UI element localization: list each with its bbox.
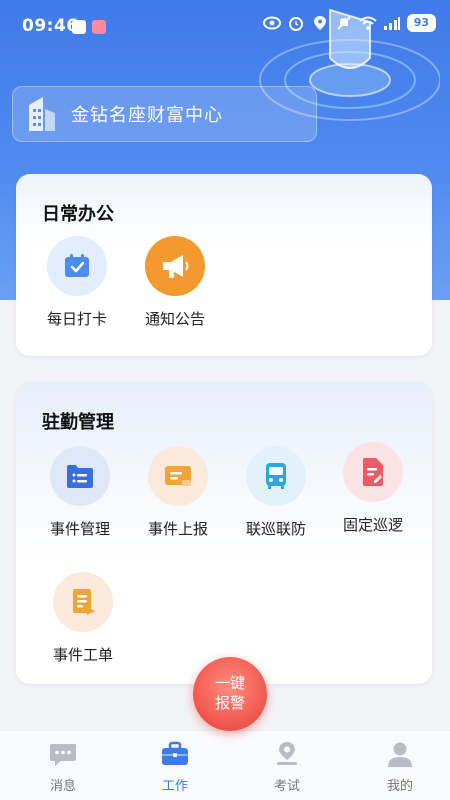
status-bar: 09:46 93 — [0, 0, 450, 52]
briefcase-icon — [160, 739, 190, 769]
chat-icon — [48, 739, 78, 769]
sos-label-line1: 一键 — [214, 674, 245, 692]
status-time: 09:46 — [22, 16, 79, 36]
daily-office-card: 日常办公 每日打卡 通知公告 — [16, 174, 432, 356]
tab-label: 我的 — [386, 779, 413, 794]
tab-work[interactable]: 工作 — [130, 739, 220, 794]
tab-exam[interactable]: 考试 — [242, 739, 332, 794]
fixed-patrol-button[interactable]: 固定巡逻 — [328, 442, 418, 535]
event-report-button[interactable]: 事件上报 — [133, 446, 223, 539]
daily-checkin-button[interactable]: 每日打卡 — [32, 236, 122, 329]
tile-label: 通知公告 — [144, 310, 205, 328]
wifi-icon — [359, 14, 377, 32]
tab-label: 工作 — [161, 779, 188, 794]
joint-patrol-button[interactable]: 联巡联防 — [231, 446, 321, 539]
bus-icon — [246, 446, 306, 506]
tab-profile[interactable]: 我的 — [355, 739, 445, 794]
section-title: 驻勤管理 — [42, 412, 114, 433]
section-title: 日常办公 — [42, 204, 114, 225]
report-card-icon — [148, 446, 208, 506]
tile-label: 事件工单 — [52, 646, 113, 664]
bottom-tab-bar: 消息 工作 考试 我的 — [0, 730, 450, 800]
building-icon — [29, 97, 55, 131]
event-management-button[interactable]: 事件管理 — [35, 446, 125, 539]
tile-label: 事件管理 — [49, 520, 110, 538]
user-icon — [385, 739, 415, 769]
tile-label: 联巡联防 — [245, 520, 306, 538]
location-selector[interactable]: 金钻名座财富中心 — [12, 86, 317, 142]
work-order-button[interactable]: 事件工单 — [38, 572, 128, 665]
calendar-check-icon — [47, 236, 107, 296]
tile-label: 固定巡逻 — [342, 516, 403, 534]
location-name: 金钻名座财富中心 — [71, 105, 223, 126]
document-edit-icon — [343, 442, 403, 502]
location-icon — [311, 14, 329, 32]
battery-icon: 93 — [406, 14, 436, 32]
eye-icon — [262, 14, 281, 32]
folder-list-icon — [50, 446, 110, 506]
tab-label: 考试 — [273, 779, 300, 794]
notification-app-icon — [72, 20, 86, 34]
notice-button[interactable]: 通知公告 — [130, 236, 220, 329]
alarm-icon — [287, 14, 305, 32]
tile-label: 每日打卡 — [46, 310, 107, 328]
megaphone-icon — [145, 236, 205, 296]
notification-app-icon — [92, 20, 106, 34]
tile-label: 事件上报 — [147, 520, 208, 538]
tab-messages[interactable]: 消息 — [18, 739, 108, 794]
signal-icon — [383, 14, 401, 32]
station-management-card: 驻勤管理 事件管理 事件上报 联巡联防 固定巡逻 事件工单 — [16, 382, 432, 684]
tab-label: 消息 — [49, 779, 76, 794]
work-order-icon — [53, 572, 113, 632]
sos-alarm-button[interactable]: 一键 报警 — [193, 657, 267, 731]
exam-icon — [272, 739, 302, 769]
sos-label-line2: 报警 — [214, 694, 245, 712]
mute-icon — [335, 14, 353, 32]
